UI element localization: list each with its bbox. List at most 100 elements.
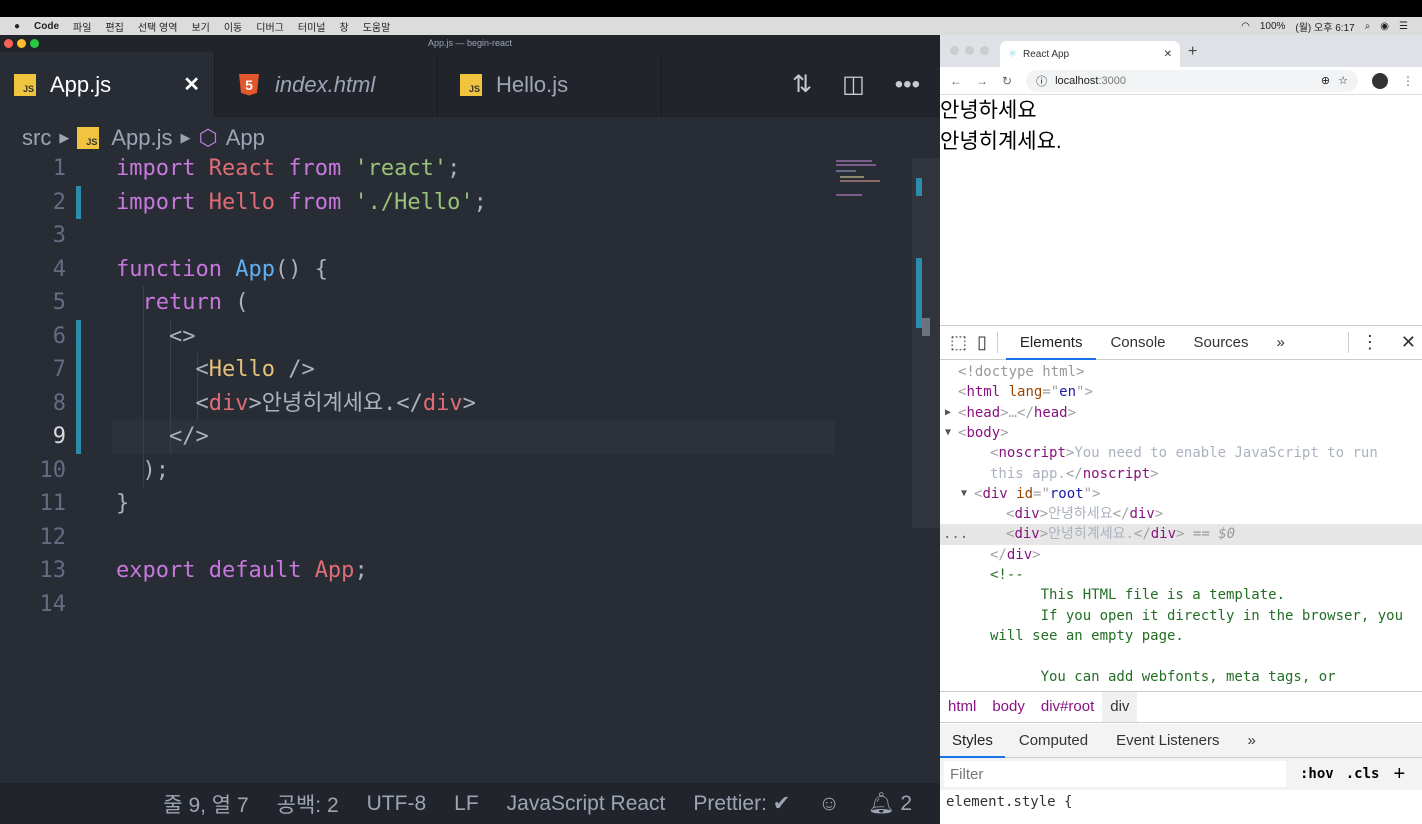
close-tab-icon[interactable]: ✕ [183,72,200,97]
tab-index-html[interactable]: 5 index.html [215,52,438,117]
code-line[interactable]: <> [116,320,196,354]
crumb-div[interactable]: div [1102,692,1138,722]
control-center-icon[interactable]: ☰ [1399,21,1408,32]
maximize-window-button[interactable] [30,39,39,48]
inspect-element-icon[interactable]: ⬚ [940,332,977,353]
menu-item[interactable]: 선택 영역 [138,19,178,34]
code-editor[interactable]: 1 import React from 'react'; 2 import Hello… [0,156,912,783]
tab-styles[interactable]: Styles [940,724,1005,758]
language-mode[interactable]: JavaScript React [507,792,666,816]
menu-item[interactable]: 보기 [191,19,209,34]
menu-item[interactable]: 파일 [73,19,91,34]
minimize-window-button[interactable] [965,46,974,55]
battery-text[interactable]: 100% [1260,21,1286,32]
dom-node[interactable]: ▼ <div id="root"> [940,484,1422,504]
editor-scrollbar[interactable] [912,158,940,528]
crumb-body[interactable]: body [984,692,1033,722]
cursor-position[interactable]: 줄 9, 열 7 [163,789,248,819]
breadcrumb-symbol[interactable]: App [226,125,265,151]
crumb-div-root[interactable]: div#root [1033,692,1102,722]
compare-changes-icon[interactable]: ⇅ [792,70,812,99]
encoding[interactable]: UTF-8 [367,792,427,816]
tab-computed[interactable]: Computed [1005,724,1102,758]
tab-event-listeners[interactable]: Event Listeners [1102,724,1233,758]
code-line[interactable]: import Hello from './Hello'; [116,186,487,220]
crumb-html[interactable]: html [940,692,984,722]
forward-icon[interactable]: → [976,74,988,88]
tab-app-js[interactable]: JS App.js ✕ [0,52,215,117]
menu-app[interactable]: Code [34,21,59,32]
dom-node[interactable]: <html lang="en"> [940,382,1422,402]
minimize-window-button[interactable] [17,39,26,48]
code-line[interactable]: <Hello /> [116,353,314,387]
dom-node[interactable] [940,646,1422,666]
menu-item[interactable]: 이동 [224,19,242,34]
dom-node[interactable]: will see an empty page. [940,626,1422,646]
code-line[interactable]: ); [116,454,169,488]
code-line[interactable]: import React from 'react'; [116,152,460,186]
dom-node[interactable]: <div>안녕하세요</div> [940,504,1422,524]
zoom-icon[interactable]: ⊕ [1321,74,1330,87]
menu-item[interactable]: 편집 [105,19,123,34]
tab-elements[interactable]: Elements [1005,326,1097,360]
dom-node[interactable]: this app.</noscript> [940,464,1422,484]
code-line[interactable]: <div>안녕히계세요.</div> [116,387,475,421]
search-icon[interactable]: ⌕ [1365,21,1371,32]
dom-node[interactable]: ... <div>안녕히계세요.</div> == $0 [940,524,1422,545]
more-actions-icon[interactable]: ••• [895,71,920,99]
tab-hello-js[interactable]: JS Hello.js [438,52,662,117]
new-style-rule-icon[interactable]: + [1393,763,1405,786]
dom-tree[interactable]: <!doctype html> <html lang="en"> ▶ <head>…<… [940,362,1422,692]
minimap[interactable] [834,158,882,198]
dom-node[interactable]: <!-- [940,565,1422,585]
split-editor-icon[interactable]: ◫ [842,70,865,99]
line-ending[interactable]: LF [454,792,479,816]
new-tab-button[interactable]: + [1188,43,1197,61]
tab-console[interactable]: Console [1096,326,1179,360]
profile-avatar[interactable] [1372,72,1388,89]
device-toolbar-icon[interactable]: ▯ [977,332,998,353]
code-line[interactable]: export default App; [116,554,368,588]
element-style-rule[interactable]: element.style { [946,794,1072,810]
tab-sources[interactable]: Sources [1180,326,1263,360]
devtools-menu-icon[interactable]: ⋮ [1347,332,1391,353]
dom-node[interactable]: You can add webfonts, meta tags, or [940,667,1422,687]
chrome-menu-icon[interactable]: ⋮ [1402,74,1422,88]
dom-node[interactable]: If you open it directly in the browser, … [940,606,1422,626]
url-input[interactable]: ⓘ localhost:3000 ⊕ ☆ [1026,69,1358,92]
menu-item[interactable]: 창 [339,19,348,34]
prettier-status[interactable]: Prettier: ✔ [693,791,790,816]
breadcrumb-file[interactable]: App.js [111,125,172,151]
dom-node[interactable]: </div> [940,545,1422,565]
siri-icon[interactable]: ◉ [1380,21,1389,32]
apple-icon[interactable]: ● [14,21,20,32]
maximize-window-button[interactable] [980,46,989,55]
browser-tab[interactable]: ⚛ React App ✕ [1000,41,1180,67]
more-tabs-button[interactable]: » [1263,326,1299,360]
breadcrumb-src[interactable]: src [22,125,51,151]
close-window-button[interactable] [4,39,13,48]
menu-item[interactable]: 디버그 [256,19,284,34]
bookmark-star-icon[interactable]: ☆ [1338,74,1348,87]
back-icon[interactable]: ← [950,74,962,88]
expand-arrow-icon[interactable]: ▶ [945,403,951,423]
close-devtools-icon[interactable]: ✕ [1391,332,1422,353]
code-line[interactable]: function App() { [116,253,328,287]
dom-node[interactable]: ▼ <body> [940,423,1422,443]
notifications[interactable]: 🔔︎ 2 [868,792,912,816]
close-tab-icon[interactable]: ✕ [1164,49,1172,60]
cls-button[interactable]: .cls [1346,766,1380,782]
dom-node[interactable]: <noscript>You need to enable JavaScript … [940,443,1422,463]
collapse-arrow-icon[interactable]: ▼ [945,423,951,443]
dom-node[interactable]: This HTML file is a template. [940,585,1422,605]
wifi-icon[interactable]: ◠ [1241,21,1250,32]
node-actions-icon[interactable]: ... [943,524,968,544]
close-window-button[interactable] [950,46,959,55]
clock[interactable]: (월) 오후 6:17 [1295,19,1354,34]
dom-node[interactable]: ▶ <head>…</head> [940,403,1422,423]
more-tabs-button[interactable]: » [1233,724,1269,758]
collapse-arrow-icon[interactable]: ▼ [961,484,967,504]
code-line[interactable]: return ( [116,286,249,320]
hov-button[interactable]: :hov [1300,766,1334,782]
reload-icon[interactable]: ↻ [1002,74,1012,88]
